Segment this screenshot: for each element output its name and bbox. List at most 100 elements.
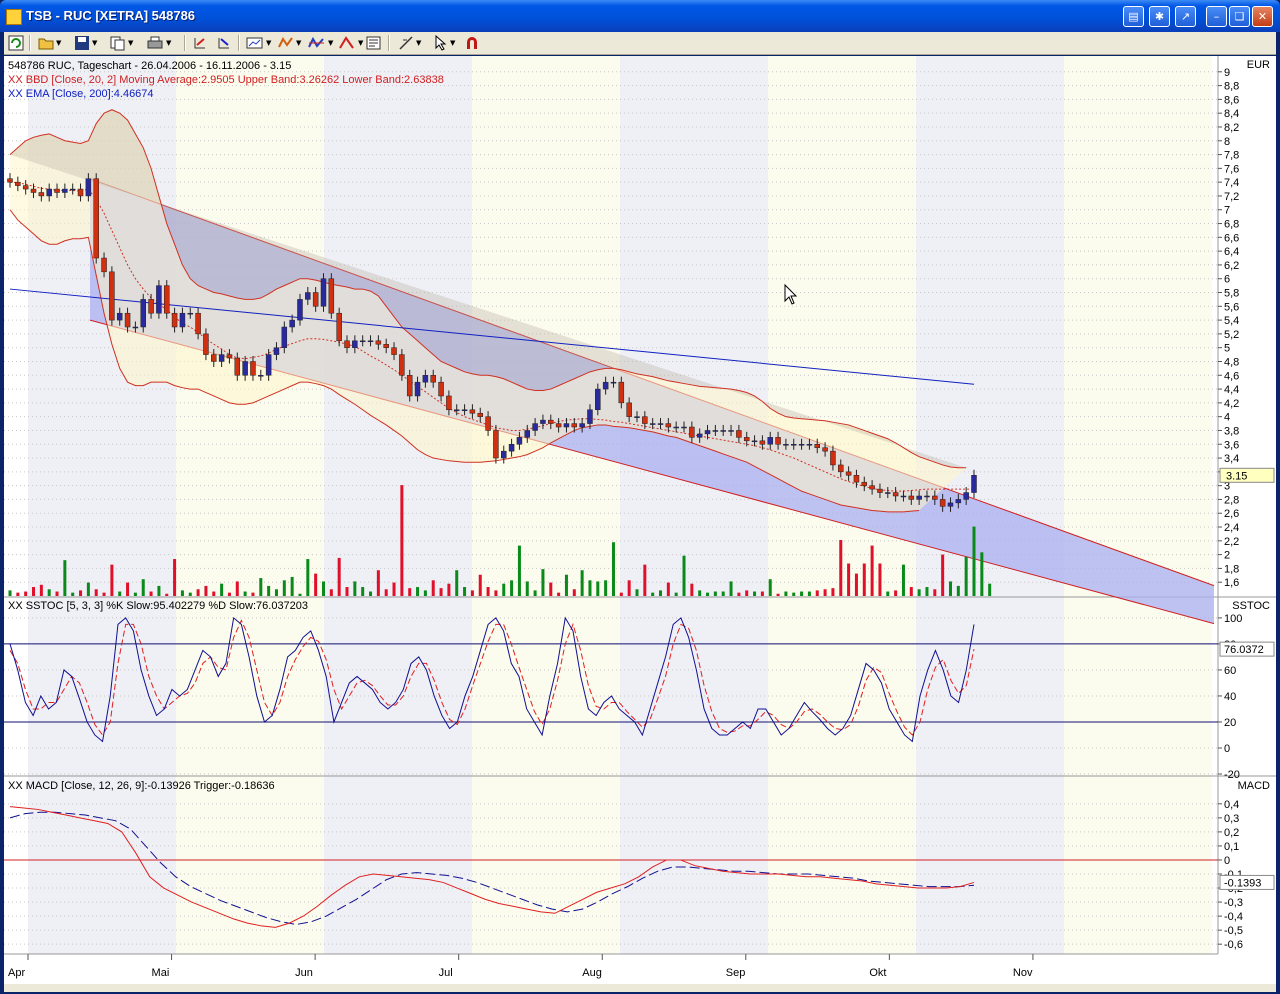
macd-legend: XX MACD [Close, 12, 26, 9]:-0.13926 Trig… xyxy=(8,780,275,792)
minimize-button[interactable]: – xyxy=(1206,6,1227,27)
volume-bar xyxy=(690,583,694,596)
time-axis-label: Mai xyxy=(152,967,170,979)
chart-canvas[interactable]: 548786 RUC, Tageschart - 26.04.2006 - 16… xyxy=(4,56,1276,984)
volume-bar xyxy=(384,589,388,596)
price-axis-label: 6,2 xyxy=(1224,260,1239,272)
candle-body xyxy=(344,340,350,348)
price-axis-label: 4,8 xyxy=(1224,356,1239,368)
candle-body xyxy=(203,333,209,355)
properties-icon[interactable] xyxy=(366,35,382,51)
drawing-icon[interactable]: ▼ xyxy=(338,35,363,51)
close-button[interactable]: ✕ xyxy=(1252,6,1273,27)
study-icon[interactable]: ▼ xyxy=(308,35,333,51)
candle-body xyxy=(281,326,288,348)
candle-body xyxy=(148,299,154,314)
volume-bar xyxy=(847,563,851,596)
volume-bar xyxy=(831,588,835,596)
volume-bar xyxy=(972,526,976,596)
restore-button[interactable]: ❏ xyxy=(1229,6,1250,27)
candle-body xyxy=(485,416,491,431)
candle-body xyxy=(947,502,954,507)
cursor-icon[interactable]: ▼ xyxy=(434,35,455,51)
volume-bar xyxy=(659,590,663,596)
candle-body xyxy=(116,312,123,321)
layout-icon[interactable]: ▤ xyxy=(1123,6,1144,27)
print-icon[interactable]: ▼ xyxy=(146,35,171,51)
volume-bar xyxy=(180,590,184,596)
volume-bar xyxy=(486,587,490,596)
price-axis-label: 5,4 xyxy=(1224,315,1239,327)
macd-axis-label: -0,4 xyxy=(1224,911,1243,923)
volume-bar xyxy=(416,587,420,596)
price-axis-label: 8,2 xyxy=(1224,122,1239,134)
candle-body xyxy=(422,375,429,383)
volume-bar xyxy=(47,589,51,596)
candle-body xyxy=(265,354,272,376)
volume-bar xyxy=(71,592,75,596)
status-bar xyxy=(4,984,1276,992)
candle-body xyxy=(775,437,781,445)
chart-area[interactable]: 548786 RUC, Tageschart - 26.04.2006 - 16… xyxy=(4,56,1276,984)
redo-icon[interactable] xyxy=(216,35,232,51)
volume-bar xyxy=(948,581,952,596)
undo-icon[interactable] xyxy=(192,35,208,51)
volume-bar xyxy=(188,592,192,596)
candle-body xyxy=(743,437,750,442)
application-window: TSB - RUC [XETRA] 548786 ▤ ✱ ↗ – ❏ ✕ ▼ ▼… xyxy=(0,0,1280,994)
price-axis-label: 2 xyxy=(1224,550,1230,562)
copy-icon[interactable]: ▼ xyxy=(110,35,133,51)
volume-bar xyxy=(447,583,451,596)
settings-icon[interactable]: ✱ xyxy=(1149,6,1170,27)
volume-bar xyxy=(141,579,145,596)
price-axis-label: 4,6 xyxy=(1224,370,1239,382)
chart-icon[interactable]: ↗ xyxy=(1175,6,1196,27)
candle-body xyxy=(618,381,625,404)
price-axis-label: 7,2 xyxy=(1224,191,1239,203)
macd-axis-label: -0,3 xyxy=(1224,897,1243,909)
volume-bar xyxy=(870,545,874,596)
chart-type-icon[interactable]: ▼ xyxy=(246,35,271,51)
candle-body xyxy=(540,419,546,424)
line-tool-icon[interactable]: ▼ xyxy=(398,35,421,51)
candle-body xyxy=(751,440,758,443)
candle-body xyxy=(610,381,617,384)
candle-body xyxy=(736,430,742,438)
volume-bar xyxy=(220,583,224,596)
volume-bar xyxy=(980,552,984,596)
candle-body xyxy=(524,430,531,438)
volume-bar xyxy=(439,588,443,596)
volume-bar xyxy=(204,585,208,596)
candle-body xyxy=(759,440,766,445)
volume-bar xyxy=(533,590,537,596)
candle-body xyxy=(720,430,726,432)
sstoc-axis-unit: SSTOC xyxy=(1232,600,1270,612)
candle-body xyxy=(689,426,695,438)
volume-bar xyxy=(79,590,83,596)
open-icon[interactable]: ▼ xyxy=(38,35,61,51)
volume-bar xyxy=(126,582,130,596)
sstoc-axis-label: 40 xyxy=(1224,691,1236,703)
magnet-icon[interactable] xyxy=(464,35,480,51)
macd-axis-label: 0 xyxy=(1224,855,1230,867)
volume-bar xyxy=(784,591,788,596)
save-icon[interactable]: ▼ xyxy=(74,35,97,51)
candle-body xyxy=(328,278,335,314)
indicator-icon[interactable]: ▼ xyxy=(278,35,301,51)
refresh-icon[interactable] xyxy=(8,35,24,51)
volume-bar xyxy=(800,591,804,596)
volume-bar xyxy=(298,593,302,596)
candle-body xyxy=(892,492,899,497)
title-bar[interactable]: TSB - RUC [XETRA] 548786 ▤ ✱ ↗ – ❏ ✕ xyxy=(0,0,1280,32)
toolbar-separator xyxy=(184,35,186,51)
candle-body xyxy=(657,423,664,425)
candle-body xyxy=(673,426,679,429)
volume-bar xyxy=(619,592,623,596)
volume-bar xyxy=(243,591,247,596)
candle-body xyxy=(195,312,201,335)
candle-body xyxy=(579,423,585,428)
volume-bar xyxy=(55,591,59,596)
sstoc-axis-label: 100 xyxy=(1224,613,1242,625)
candle-body xyxy=(939,499,946,507)
volume-bar xyxy=(173,559,177,596)
app-icon[interactable] xyxy=(6,9,22,25)
